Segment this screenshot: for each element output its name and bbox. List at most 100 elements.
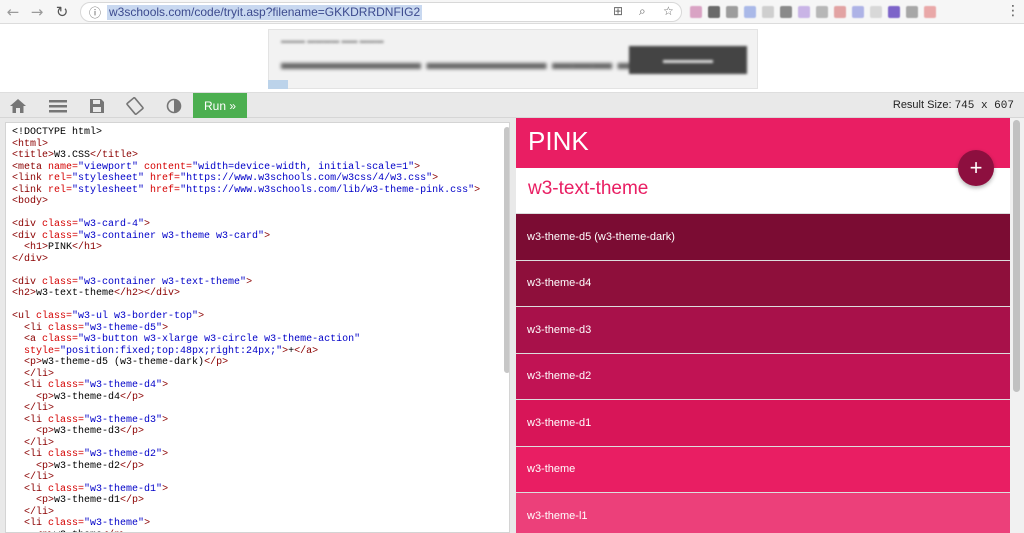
code-line: <link rel="stylesheet" href="https://www… [12,173,480,185]
extension-icon[interactable] [780,6,792,18]
theme-item-label: w3-theme-d5 (w3-theme-dark) [527,230,675,243]
code-token: "stylesheet" [72,173,145,184]
theme-list-item: w3-theme-d4 [516,259,1010,306]
ad-banner[interactable]: ▬▬▬ ▬▬▬▬ ▬▬ ▬▬▬ ▬▬▬▬▬▬▬ ▬▬▬▬▬▬ ▬▬▬ ▬ ▬▬▬… [268,29,758,89]
home-button[interactable] [5,93,31,119]
add-button[interactable]: + [958,150,994,186]
code-line: <a class="w3-button w3-xlarge w3-circle … [12,334,480,346]
code-token: w3-theme-d5 (w3-theme-dark) [42,357,205,368]
code-token: <p> [24,357,43,368]
code-token: </title> [90,150,139,161]
result-size-value: 745 x 607 [954,100,1014,112]
theme-list-item: w3-theme [516,445,1010,492]
code-token: <div [12,230,43,242]
code-token: > [246,276,253,288]
theme-list-item: w3-theme-l1 [516,492,1010,533]
code-line: <p>w3-theme-d2</p> [12,461,480,473]
home-icon [10,99,26,113]
star-icon[interactable]: ☆ [663,4,674,18]
code-line: </div> [12,254,480,266]
code-token: <li [24,483,49,495]
ad-choices-icon[interactable] [268,80,288,89]
text-theme-container: w3-text-theme [516,168,1010,213]
code-editor[interactable]: <!DOCTYPE html> <html> <title>W3.CSS</titl… [5,122,510,533]
code-token: <body> [12,196,49,207]
extension-icon[interactable] [744,6,756,18]
back-button[interactable]: ← [2,1,24,23]
translate-icon[interactable]: ⊞ [613,4,623,18]
extension-icon[interactable] [798,6,810,18]
code-token: w3-theme-d2 [54,460,121,472]
theme-item-label: w3-theme [527,463,576,476]
extension-icon[interactable] [816,6,828,18]
code-line: <h2>w3-text-theme</h2></div> [12,288,480,300]
tryit-toolbar: Run » Result Size: 745 x 607 [0,92,1024,119]
code-token: class= [36,311,73,322]
rotate-button[interactable] [122,93,148,119]
ad-cta-blurred[interactable]: ▬▬▬▬▬ [629,46,747,74]
code-token: <li [24,518,49,529]
run-button[interactable]: Run » [193,93,247,119]
code-text[interactable]: <!DOCTYPE html> <html> <title>W3.CSS</titl… [12,127,481,533]
save-icon [90,99,104,113]
code-token: class= [42,334,79,345]
code-token: <p> [36,391,55,403]
extension-icon[interactable] [852,6,864,18]
code-line: </li> [12,403,480,415]
theme-item-label: w3-theme-d2 [527,370,592,383]
extension-icon[interactable] [906,6,918,18]
code-token: > [474,184,481,196]
code-token: <link [12,184,49,196]
code-line: <h1>PINK</h1> [12,242,480,254]
info-icon[interactable]: ⓘ [89,4,101,21]
code-line: <meta name="viewport" content="width=dev… [12,162,480,174]
code-line: <div class="w3-container w3-text-theme"> [12,277,480,289]
extension-icon[interactable] [888,6,900,18]
code-token: </p> [120,495,145,506]
result-scrollbar-thumb[interactable] [1013,120,1020,392]
code-token: class= [42,276,79,288]
code-token: <h1> [24,242,49,253]
code-token: </h1> [72,242,103,253]
code-token: <li [24,449,49,460]
code-token: "w3-button w3-xlarge w3-circle w3-theme-… [78,334,361,345]
url-text[interactable]: w3schools.com/code/tryit.asp?filename=GK… [107,5,423,20]
code-token: <p> [36,495,55,506]
kebab-menu-icon[interactable]: ⋮ [1006,3,1020,19]
extension-icon[interactable] [924,6,936,18]
code-token: rel= [48,173,73,184]
code-token: class= [42,230,79,242]
code-token: w3-theme-d1 [54,495,121,506]
code-token: > [162,449,169,460]
code-token: name= [48,161,79,173]
save-button[interactable] [84,93,110,119]
extension-icon[interactable] [834,6,846,18]
theme-toggle-button[interactable] [161,93,187,119]
address-bar[interactable]: ⓘ w3schools.com/code/tryit.asp?filename=… [80,2,682,22]
extension-icon[interactable] [726,6,738,18]
extension-icon[interactable] [690,6,702,18]
result-size-label: Result Size: [892,99,952,111]
zoom-icon[interactable]: ⌕ [639,4,646,19]
reload-button[interactable]: ↻ [51,1,73,23]
code-line: <p>w3-theme</p> [12,530,480,533]
code-token: "width=device-width, initial-scale=1" [192,161,415,173]
code-token: <div [12,219,43,230]
extension-icon[interactable] [708,6,720,18]
menu-button[interactable] [45,93,71,119]
extension-icon[interactable] [762,6,774,18]
code-token: > [198,311,205,322]
code-scrollbar[interactable] [504,127,509,373]
forward-button[interactable]: → [26,1,48,23]
extension-icon[interactable] [870,6,882,18]
code-line: <li class="w3-theme-d2"> [12,449,480,461]
